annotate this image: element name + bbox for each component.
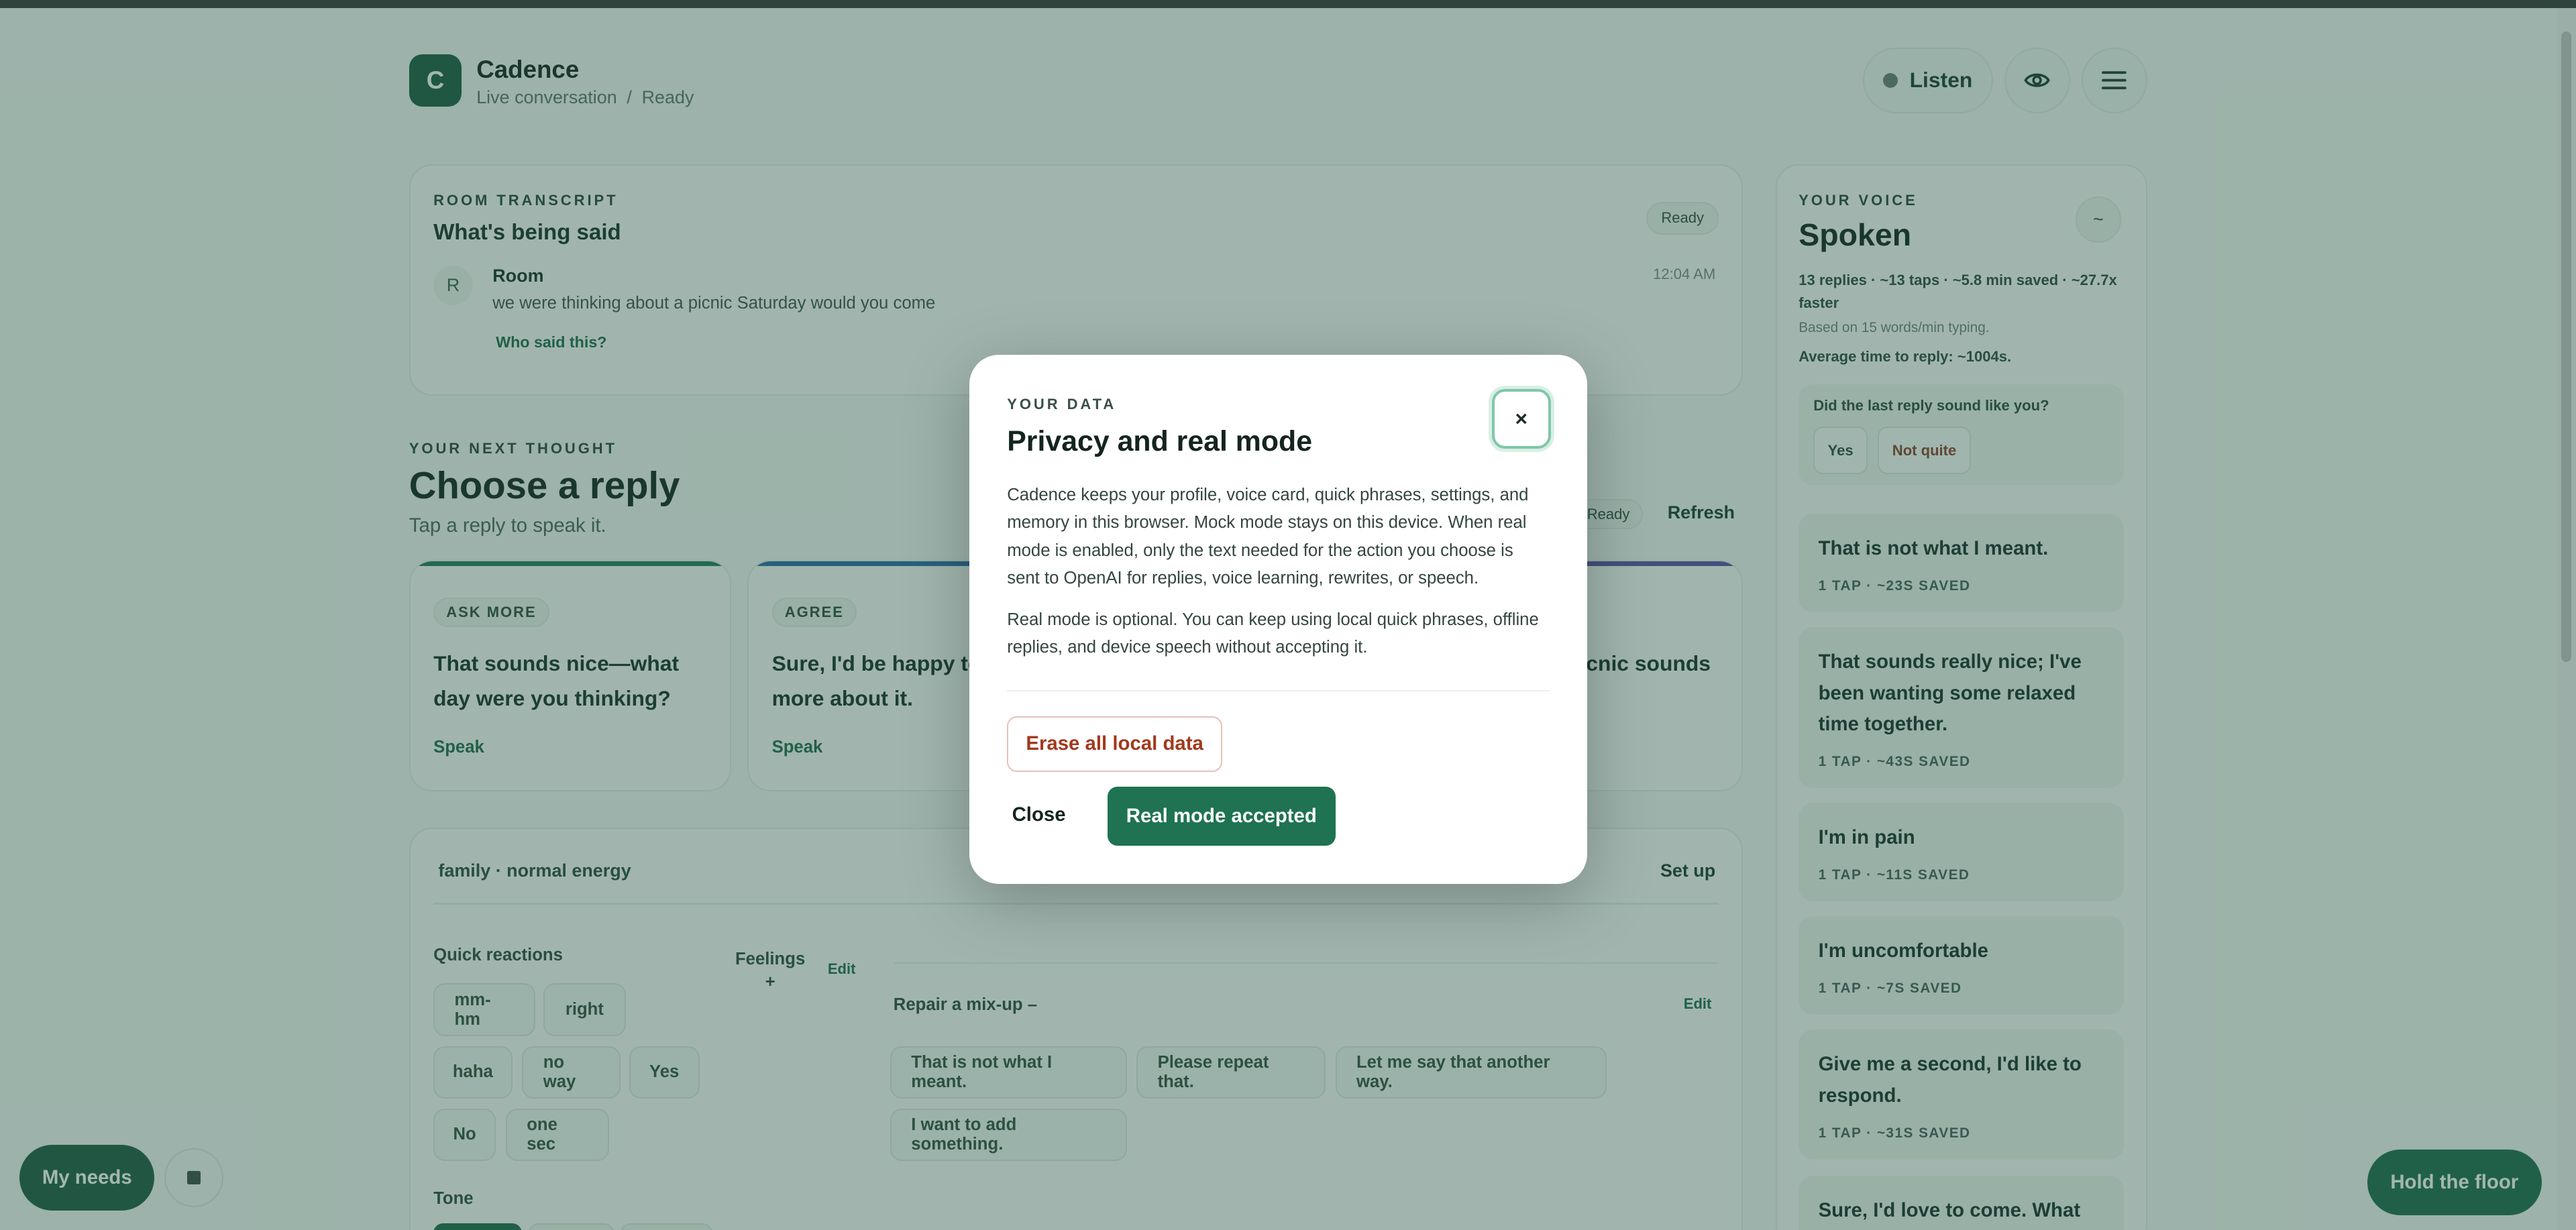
erase-local-data-button[interactable]: Erase all local data [1007,716,1223,772]
close-dialog-text-button[interactable]: Close [1012,803,1066,826]
dialog-close-button[interactable]: × [1491,389,1551,449]
dialog-eyebrow: YOUR DATA [1007,396,1117,413]
dialog-title: Privacy and real mode [1007,425,1313,458]
dialog-paragraph: Cadence keeps your profile, voice card, … [1007,485,1529,588]
dialog-paragraph: Real mode is optional. You can keep usin… [1007,610,1539,657]
dialog-divider [1007,689,1550,691]
privacy-dialog: YOUR DATA Privacy and real mode × Cadenc… [969,354,1587,884]
real-mode-accepted-button[interactable]: Real mode accepted [1107,787,1336,846]
app-root: C Cadence Live conversation / Ready List… [0,0,2576,1230]
close-icon: × [1515,406,1528,431]
